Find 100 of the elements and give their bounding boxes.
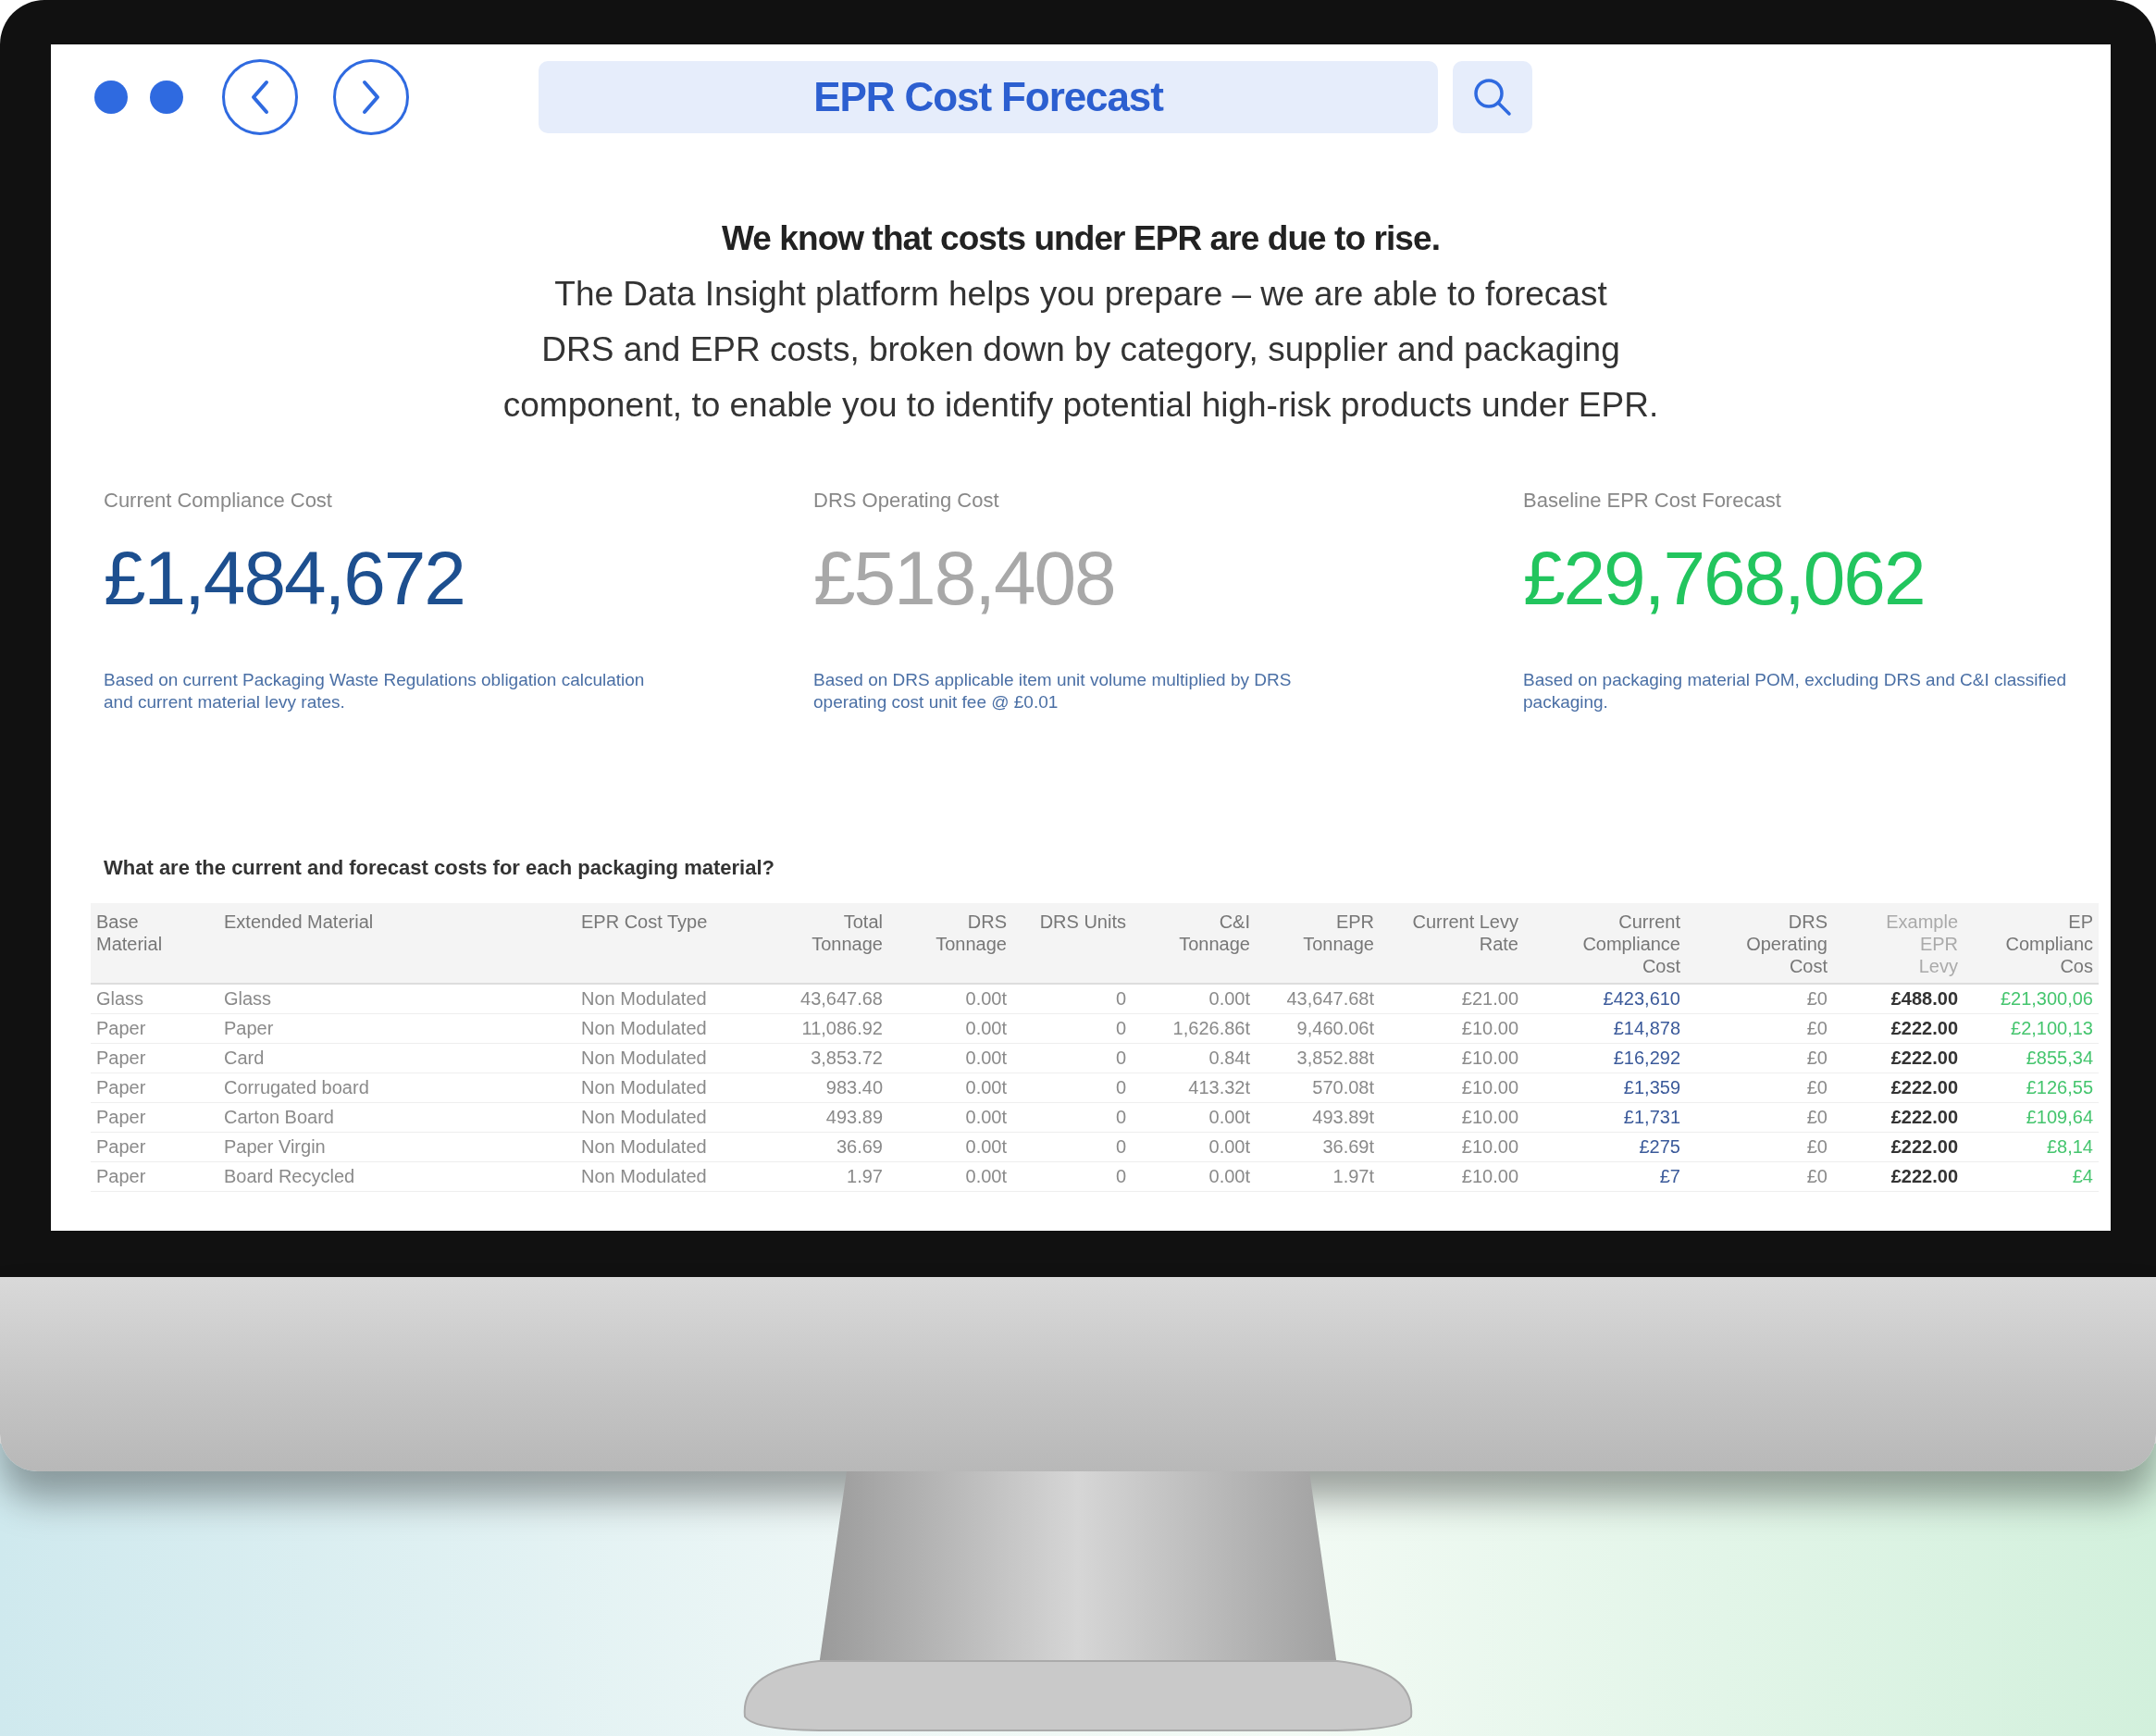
table-cell: £1,359	[1524, 1073, 1686, 1103]
table-cell: 43,647.68t	[1256, 985, 1380, 1014]
table-cell: 0.00t	[888, 1133, 1012, 1162]
table-cell: £0	[1686, 1014, 1833, 1044]
table-cell: £423,610	[1524, 985, 1686, 1014]
table-cell: Glass	[91, 985, 218, 1014]
table-cell: Glass	[218, 985, 576, 1014]
table-cell: £7	[1524, 1162, 1686, 1192]
table-cell: £10.00	[1380, 1103, 1524, 1133]
table-cell: Paper	[91, 1044, 218, 1073]
table-cell: £21,300,06	[1964, 985, 2099, 1014]
table-question: What are the current and forecast costs for each packaging material?	[104, 855, 775, 881]
kpi-value: £29,768,062	[1523, 535, 1926, 622]
table-cell: £488.00	[1833, 985, 1964, 1014]
search-button[interactable]	[1453, 61, 1532, 133]
table-cell: 43,647.68	[726, 985, 888, 1014]
table-cell: £0	[1686, 1073, 1833, 1103]
table-cell: 9,460.06t	[1256, 1014, 1380, 1044]
kpi-description: Based on packaging material POM, excluding DRS and C&I classified packaging.	[1523, 669, 2068, 713]
table-cell: 11,086.92	[726, 1014, 888, 1044]
intro-text-line: DRS and EPR costs, broken down by category, supplier and packaging	[541, 329, 1620, 370]
table-cell: 0.00t	[1132, 1162, 1256, 1192]
intro-headline: We know that costs under EPR are due to rise.	[722, 218, 1440, 259]
column-header: DRS Operating Cost	[1686, 903, 1833, 985]
table-cell: £1,731	[1524, 1103, 1686, 1133]
table-cell: 0.00t	[1132, 1133, 1256, 1162]
table-cell: 0.00t	[888, 985, 1012, 1014]
column-header: Current Compliance Cost	[1524, 903, 1686, 985]
table-cell: £0	[1686, 1103, 1833, 1133]
table-cell: 0.00t	[888, 1044, 1012, 1073]
table-cell: 1.97t	[1256, 1162, 1380, 1192]
table-cell: £10.00	[1380, 1162, 1524, 1192]
table-cell: £855,34	[1964, 1044, 2099, 1073]
table-cell: £109,64	[1964, 1103, 2099, 1133]
table-cell: £14,878	[1524, 1014, 1686, 1044]
kpi-value: £1,484,672	[104, 535, 465, 622]
table-cell: 0	[1012, 1103, 1132, 1133]
table-cell: Non Modulated	[576, 1103, 726, 1133]
column-header: EP Complianc Cos	[1964, 903, 2099, 985]
column-header: Current Levy Rate	[1380, 903, 1524, 985]
kpi-label: Baseline EPR Cost Forecast	[1523, 488, 1782, 514]
table-cell: 0.00t	[888, 1073, 1012, 1103]
table-cell: Corrugated board	[218, 1073, 576, 1103]
table-cell: Carton Board	[218, 1103, 576, 1133]
table-cell: £10.00	[1380, 1014, 1524, 1044]
forward-button[interactable]	[333, 59, 409, 135]
table-cell: 1,626.86t	[1132, 1014, 1256, 1044]
table-cell: £222.00	[1833, 1014, 1964, 1044]
table-cell: 0	[1012, 1133, 1132, 1162]
table-cell: £4	[1964, 1162, 2099, 1192]
kpi-value: £518,408	[813, 535, 1116, 622]
table-cell: Paper	[91, 1133, 218, 1162]
table-cell: £0	[1686, 1133, 1833, 1162]
table-cell: £0	[1686, 985, 1833, 1014]
table-cell: £8,14	[1964, 1133, 2099, 1162]
table-cell: £21.00	[1380, 985, 1524, 1014]
intro-text-line: component, to enable you to identify potential high-risk products under EPR.	[502, 385, 1659, 426]
table-cell: 493.89t	[1256, 1103, 1380, 1133]
table-cell: £222.00	[1833, 1044, 1964, 1073]
table-cell: Non Modulated	[576, 1162, 726, 1192]
table-cell: £275	[1524, 1133, 1686, 1162]
table-cell: Paper	[218, 1014, 576, 1044]
table-cell: Non Modulated	[576, 1073, 726, 1103]
column-header: DRS Units	[1012, 903, 1132, 985]
table-cell: £10.00	[1380, 1044, 1524, 1073]
table-cell: £10.00	[1380, 1073, 1524, 1103]
table-cell: 1.97	[726, 1162, 888, 1192]
table-cell: 0.00t	[1132, 985, 1256, 1014]
table-cell: 3,852.88t	[1256, 1044, 1380, 1073]
table-cell: Paper	[91, 1162, 218, 1192]
table-cell: £0	[1686, 1162, 1833, 1192]
table-cell: 0	[1012, 985, 1132, 1014]
table-cell: £126,55	[1964, 1073, 2099, 1103]
table-cell: 570.08t	[1256, 1073, 1380, 1103]
table-cell: 0.00t	[888, 1103, 1012, 1133]
column-header: Total Tonnage	[726, 903, 888, 985]
intro-text-line: The Data Insight platform helps you prepare – we are able to forecast	[554, 274, 1607, 315]
table-cell: 0	[1012, 1014, 1132, 1044]
column-header: DRS Tonnage	[888, 903, 1012, 985]
table-cell: 0	[1012, 1162, 1132, 1192]
back-button[interactable]	[222, 59, 298, 135]
column-header: Extended Material	[218, 903, 576, 985]
kpi-description: Based on current Packaging Waste Regulations obligation calculation and current material levy rates.	[104, 669, 646, 713]
table-cell: 413.32t	[1132, 1073, 1256, 1103]
table-cell: £2,100,13	[1964, 1014, 2099, 1044]
table-cell: £222.00	[1833, 1073, 1964, 1103]
table-cell: 36.69	[726, 1133, 888, 1162]
table-cell: 0.00t	[1132, 1103, 1256, 1133]
table-cell: £222.00	[1833, 1133, 1964, 1162]
table-cell: Paper Virgin	[218, 1133, 576, 1162]
column-header: Base Material	[91, 903, 218, 985]
table-cell: Paper	[91, 1073, 218, 1103]
kpi-label: Current Compliance Cost	[104, 488, 333, 514]
table-cell: Non Modulated	[576, 1133, 726, 1162]
table-cell: 0.00t	[888, 1014, 1012, 1044]
search-icon	[1471, 76, 1514, 118]
table-cell: 493.89	[726, 1103, 888, 1133]
table-cell: £10.00	[1380, 1133, 1524, 1162]
table-cell: 0	[1012, 1073, 1132, 1103]
table-cell: Board Recycled	[218, 1162, 576, 1192]
